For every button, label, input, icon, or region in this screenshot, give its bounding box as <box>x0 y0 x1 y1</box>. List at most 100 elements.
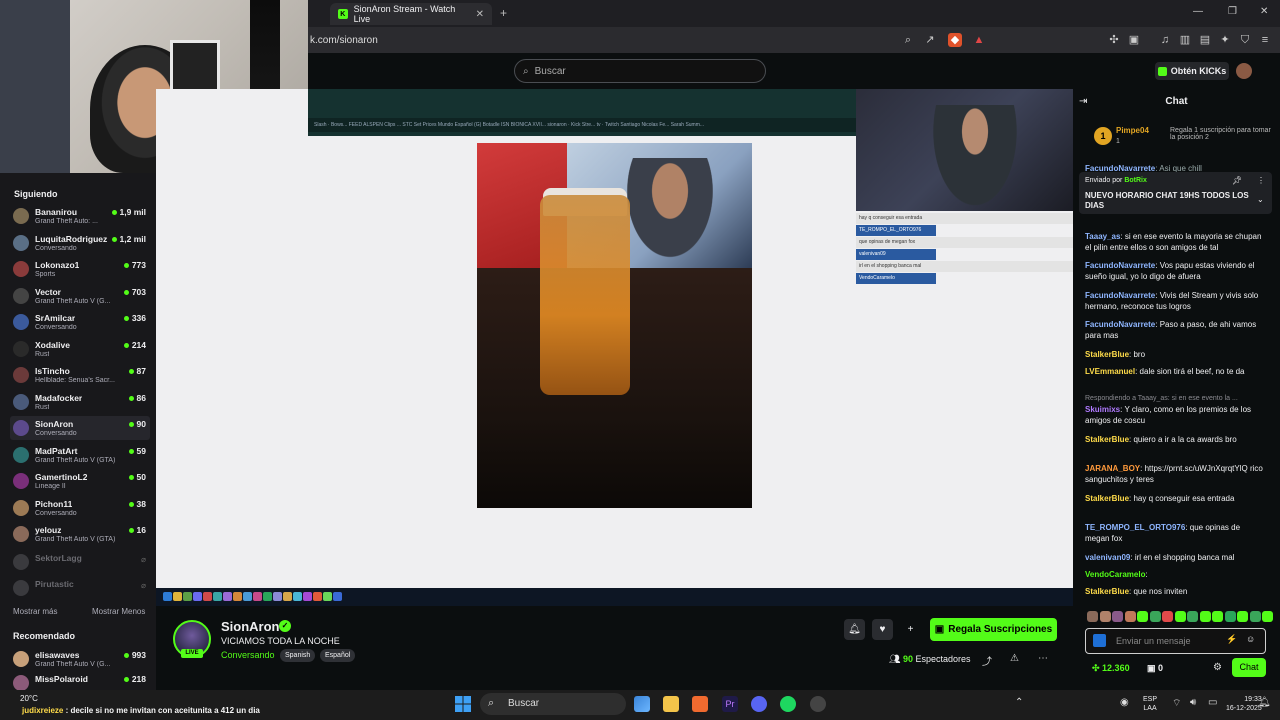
taskbar-app-spotify-icon[interactable] <box>780 696 796 712</box>
pin-icon[interactable]: 📌︎ <box>1232 176 1242 185</box>
share-icon[interactable]: ↗ <box>923 33 937 47</box>
emote-icon[interactable] <box>1112 611 1123 622</box>
emote-icon[interactable] <box>1174 611 1186 622</box>
taskbar-app-premiere-icon[interactable]: Pr <box>722 696 738 712</box>
notifications-bell-icon[interactable]: 🔔︎ <box>844 619 865 640</box>
sidebar-channel-item[interactable]: Madafocker Rust 86 <box>10 390 150 414</box>
chat-username[interactable]: StalkerBlue <box>1085 350 1129 359</box>
sidebar-channel-item[interactable]: SrAmilcar Conversando 336 <box>10 310 150 334</box>
recommended-channel-item[interactable]: elisawaves Grand Theft Auto V (G... 993 <box>10 647 150 671</box>
sidebar-channel-offline[interactable]: Pirutastic ⌀ <box>10 576 150 600</box>
brave-rewards-icon[interactable]: ▲ <box>972 33 986 47</box>
taskbar-app-photos-icon[interactable] <box>634 696 650 712</box>
taskbar-app-explorer-icon[interactable] <box>663 696 679 712</box>
get-kicks-button[interactable]: Obtén KICKs <box>1155 62 1229 80</box>
follow-heart-icon[interactable]: ♥ <box>872 619 893 640</box>
wifi-icon[interactable]: ⌔ <box>1172 697 1181 710</box>
channel-name[interactable]: SionAron <box>221 619 280 634</box>
taskbar-app-brave-icon[interactable] <box>692 696 708 712</box>
chat-input[interactable]: Enviar un mensaje <box>1085 628 1266 654</box>
url-text[interactable]: k.com/sionaron <box>310 35 378 46</box>
sidebar-channel-item[interactable]: Bananirou Grand Theft Auto: ... 1,9 mil <box>10 204 150 228</box>
notifications-icon[interactable]: 🔔︎ <box>1258 697 1271 708</box>
emote-icon[interactable] <box>1262 611 1273 622</box>
emote-icon[interactable] <box>1187 611 1198 622</box>
user-avatar[interactable] <box>1236 63 1252 79</box>
brave-shield-icon[interactable]: ◆ <box>948 33 962 47</box>
screenshot-icon[interactable]: ▣ <box>1127 33 1141 47</box>
taskbar-search[interactable]: Buscar <box>480 693 626 715</box>
wallet-icon[interactable]: ▤ <box>1198 33 1212 47</box>
leo-ai-icon[interactable]: ✦ <box>1218 33 1232 47</box>
sidebar-channel-item[interactable]: MadPatArt Grand Theft Auto V (GTA) 59 <box>10 443 150 467</box>
close-window-icon[interactable]: ✕ <box>1260 6 1268 17</box>
language-indicator[interactable]: ESP LAA <box>1143 695 1157 713</box>
taskbar-app-obs-icon[interactable] <box>810 696 826 712</box>
search-input[interactable]: ⌕ Buscar <box>514 59 766 83</box>
chat-username[interactable]: StalkerBlue <box>1085 587 1129 596</box>
browser-tab[interactable]: K SionAron Stream - Watch Live ✕ <box>330 3 492 25</box>
minimize-icon[interactable]: — <box>1193 6 1203 17</box>
top-gifter-name[interactable]: Pimpe04 <box>1116 126 1149 135</box>
pinned-options-icon[interactable]: ⋮ <box>1257 176 1265 185</box>
extensions-icon[interactable]: ✣ <box>1107 33 1121 47</box>
more-options-icon[interactable]: ⋯ <box>1038 653 1048 664</box>
tray-icons[interactable]: ◉ <box>1120 697 1129 708</box>
chat-username[interactable]: Taaay_as <box>1085 232 1120 241</box>
chat-identity-icon[interactable] <box>1093 634 1106 647</box>
new-tab-button[interactable]: + <box>500 6 507 20</box>
clock[interactable]: 19:33 16-12-2025 <box>1226 695 1262 713</box>
emote-icon[interactable] <box>1224 611 1236 622</box>
stream-category[interactable]: Conversando <box>221 650 275 660</box>
close-tab-icon[interactable]: ✕ <box>476 9 484 20</box>
sidebar-channel-item[interactable]: Vector Grand Theft Auto V (G... 703 <box>10 284 150 308</box>
sidebar-channel-item[interactable]: Pichon11 Conversando 38 <box>10 496 150 520</box>
emote-icon[interactable] <box>1137 611 1148 622</box>
show-less-link[interactable]: Mostrar Menos <box>92 607 145 616</box>
report-icon[interactable]: ⚠ <box>1010 653 1019 664</box>
windows-start-icon[interactable] <box>455 696 471 712</box>
chat-username[interactable]: StalkerBlue <box>1085 494 1129 503</box>
emote-icon[interactable] <box>1249 611 1261 622</box>
gift-subs-button[interactable]: ▣ Regala Suscripciones <box>930 618 1057 641</box>
show-more-link[interactable]: Mostrar más <box>13 607 57 616</box>
sidebar-channel-item[interactable]: yelouz Grand Theft Auto V (GTA) 16 <box>10 522 150 546</box>
chat-username[interactable]: VendoCaramelo <box>1085 570 1145 579</box>
chat-username[interactable]: FacundoNavarrete <box>1085 291 1155 300</box>
tag-espanol[interactable]: Español <box>320 649 356 662</box>
media-icon[interactable]: ♫ <box>1158 33 1172 47</box>
emote-icon[interactable] <box>1162 611 1173 622</box>
chat-username[interactable]: StalkerBlue <box>1085 435 1129 444</box>
maximize-icon[interactable]: ❐ <box>1228 6 1237 17</box>
emote-icon[interactable] <box>1199 611 1211 622</box>
pinned-expand-icon[interactable]: ⌄ <box>1257 195 1264 204</box>
menu-icon[interactable]: ≡ <box>1258 33 1272 47</box>
chat-username[interactable]: LVEmmanuel <box>1085 367 1135 376</box>
sidebar-channel-offline[interactable]: SektorLagg ⌀ <box>10 550 150 574</box>
sidebar-toggle-icon[interactable]: ▥ <box>1178 33 1192 47</box>
chat-username[interactable]: Skuimixs <box>1085 405 1120 414</box>
emote-icon[interactable] <box>1087 611 1098 622</box>
vpn-icon[interactable]: ⛉ <box>1238 33 1252 47</box>
emote-icon[interactable] <box>1212 611 1223 622</box>
emote-icon[interactable] <box>1124 611 1136 622</box>
add-icon[interactable]: + <box>900 619 921 640</box>
sidebar-channel-item[interactable]: SionAron Conversando 90 <box>10 416 150 440</box>
sidebar-channel-item[interactable]: LuquitaRodriguez Conversando 1,2 mil <box>10 231 150 255</box>
chat-username[interactable]: TE_ROMPO_EL_ORTO976 <box>1085 523 1185 532</box>
battery-icon[interactable]: ▭ <box>1208 697 1217 708</box>
chat-username[interactable]: valenivan09 <box>1085 553 1130 562</box>
tag-spanish[interactable]: Spanish <box>280 649 316 662</box>
sidebar-channel-item[interactable]: Lokonazo1 Sports 773 <box>10 257 150 281</box>
emoji-icon[interactable]: ☺ <box>1246 634 1255 644</box>
taskbar-app-discord-icon[interactable] <box>751 696 767 712</box>
chat-username[interactable]: FacundoNavarrete <box>1085 320 1155 329</box>
chat-username[interactable]: FacundoNavarrete <box>1085 261 1155 270</box>
chat-settings-gear-icon[interactable]: ⚙ <box>1213 662 1222 673</box>
commands-icon[interactable]: ⚡ <box>1226 634 1237 645</box>
emote-icon[interactable] <box>1149 611 1161 622</box>
emote-icon[interactable] <box>1099 611 1111 622</box>
sidebar-channel-item[interactable]: GamertinoL2 Lineage II 50 <box>10 469 150 493</box>
sidebar-channel-item[interactable]: IsTincho Hellblade: Senua's Sacr... 87 <box>10 363 150 387</box>
sidebar-channel-item[interactable]: Xodalive Rust 214 <box>10 337 150 361</box>
